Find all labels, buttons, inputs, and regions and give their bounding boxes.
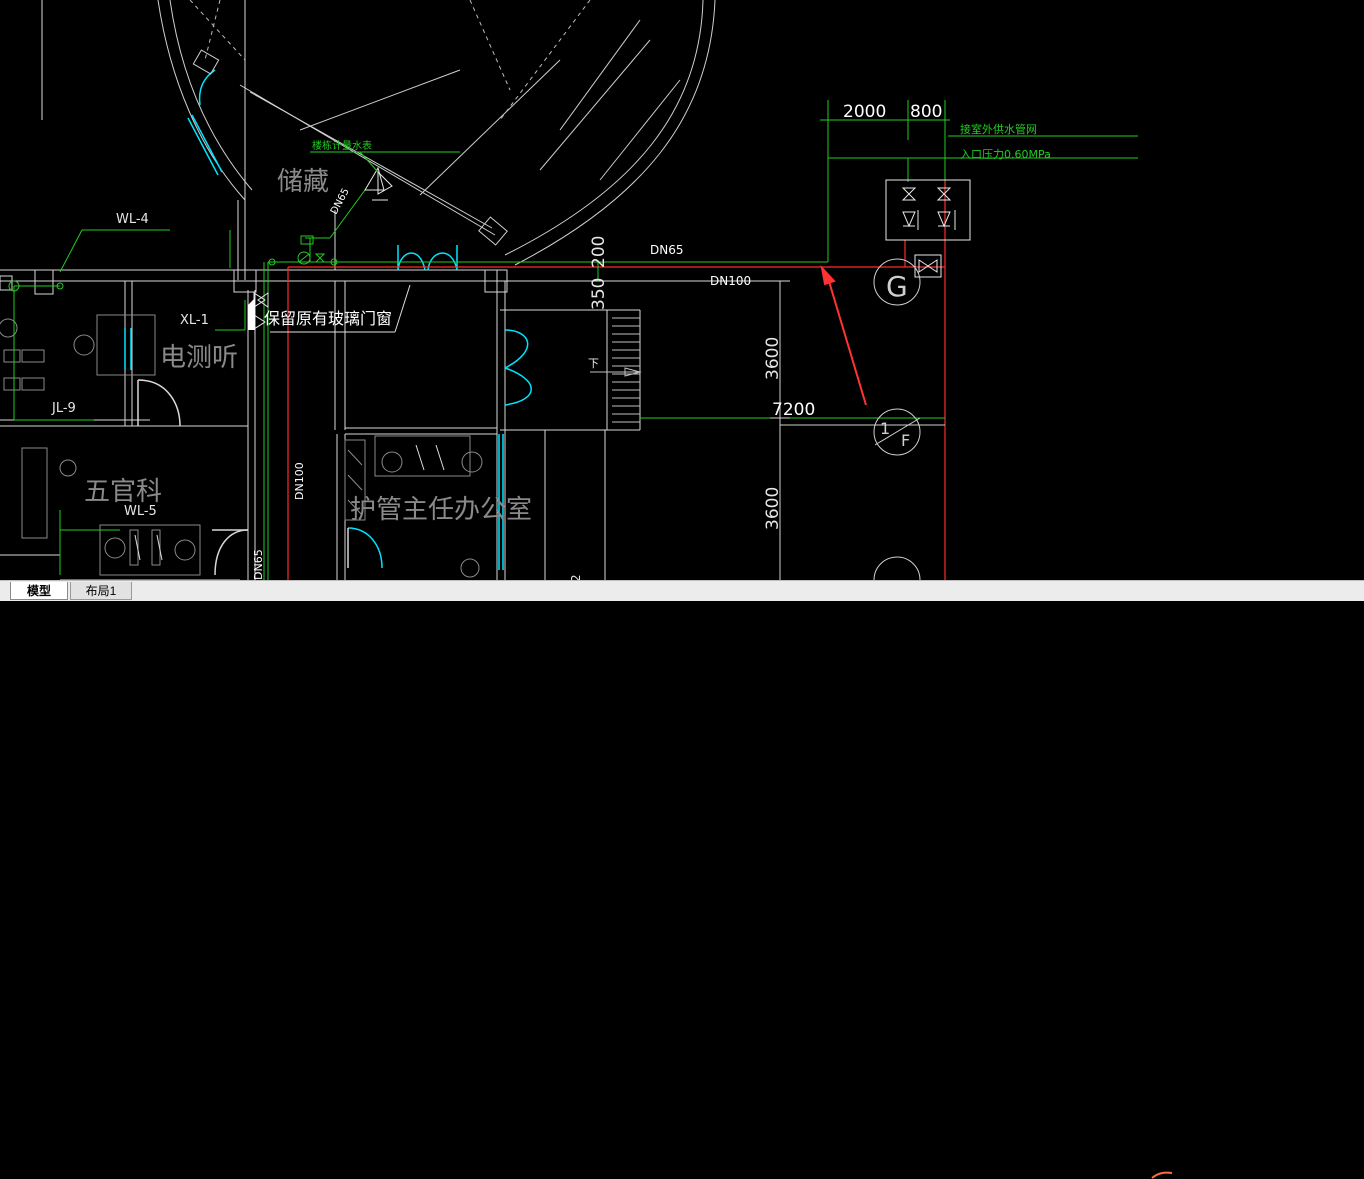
rotunda-dashed-lines <box>189 0 591 121</box>
outdoor-pipe-label: 接室外供水管网 <box>960 122 1037 136</box>
dn65-horizontal-label: DN65 <box>650 243 684 257</box>
dim-3600-a-label: 3600 <box>763 337 783 380</box>
green-water-pipes <box>13 100 1138 580</box>
wl4-label: WL-4 <box>116 212 149 227</box>
dn100-horizontal-label: DN100 <box>710 274 751 288</box>
storage-room-label: 储藏 <box>277 167 329 197</box>
dim-3600-b-label: 3600 <box>763 487 783 530</box>
dim-7200-label: 7200 <box>772 400 815 420</box>
tab-model[interactable]: 模型 <box>10 582 68 600</box>
dn65-bottom-label: DN65 <box>252 549 265 580</box>
exam-room-label: 电测听 <box>160 343 238 373</box>
stair-lines <box>590 317 642 423</box>
dim-2000-label: 2000 <box>843 102 886 122</box>
cad-drawing-canvas[interactable]: 储藏 楼栋计量水表 DN65 WL-4 XL-1 保留原有玻璃门窗 电测听 JL… <box>0 0 1364 580</box>
floor-plan-drawing: 储藏 楼栋计量水表 DN65 WL-4 XL-1 保留原有玻璃门窗 电测听 JL… <box>0 0 1138 580</box>
furniture <box>0 314 483 578</box>
cyan-curved-window <box>187 69 223 176</box>
xl1-label: XL-1 <box>180 313 209 328</box>
jl9-label: JL-9 <box>51 401 76 416</box>
grid-dimension-lines <box>770 281 945 580</box>
white-marker <box>248 298 255 330</box>
director-office-label: 护管主任办公室 <box>350 495 532 525</box>
meter-label-leader <box>310 151 460 173</box>
ent-dept-label: 五官科 <box>84 477 162 507</box>
axis-1f-number: 1 <box>880 419 890 438</box>
dn65-diagonal-label: DN65 <box>329 187 352 217</box>
dim-200-label: 200 <box>589 236 609 268</box>
axis-1f-letter: F <box>901 431 910 450</box>
tab-layout1[interactable]: 布局1 <box>70 582 132 600</box>
dim-350-label: 350 <box>589 278 609 310</box>
dim-800-label: 800 <box>910 102 942 122</box>
valve-assembly <box>885 179 971 278</box>
dn100-vertical-label: DN100 <box>293 462 306 500</box>
wl5-label: WL-5 <box>124 504 157 519</box>
meter-label: 楼栋计量水表 <box>312 139 372 152</box>
keep-glass-label: 保留原有玻璃门窗 <box>264 309 392 328</box>
annotation-arrow <box>820 264 867 406</box>
axis-g-label: G <box>886 270 908 303</box>
wall-columns <box>0 269 508 295</box>
layout-tab-bar: 模型 布局1 <box>0 580 1364 1179</box>
orange-mark-icon <box>1151 1171 1173 1179</box>
inlet-pressure-label: 入口压力0.60MPa <box>960 148 1051 161</box>
stair-down-label: 下 <box>588 357 599 370</box>
rotunda-walls <box>157 0 716 266</box>
